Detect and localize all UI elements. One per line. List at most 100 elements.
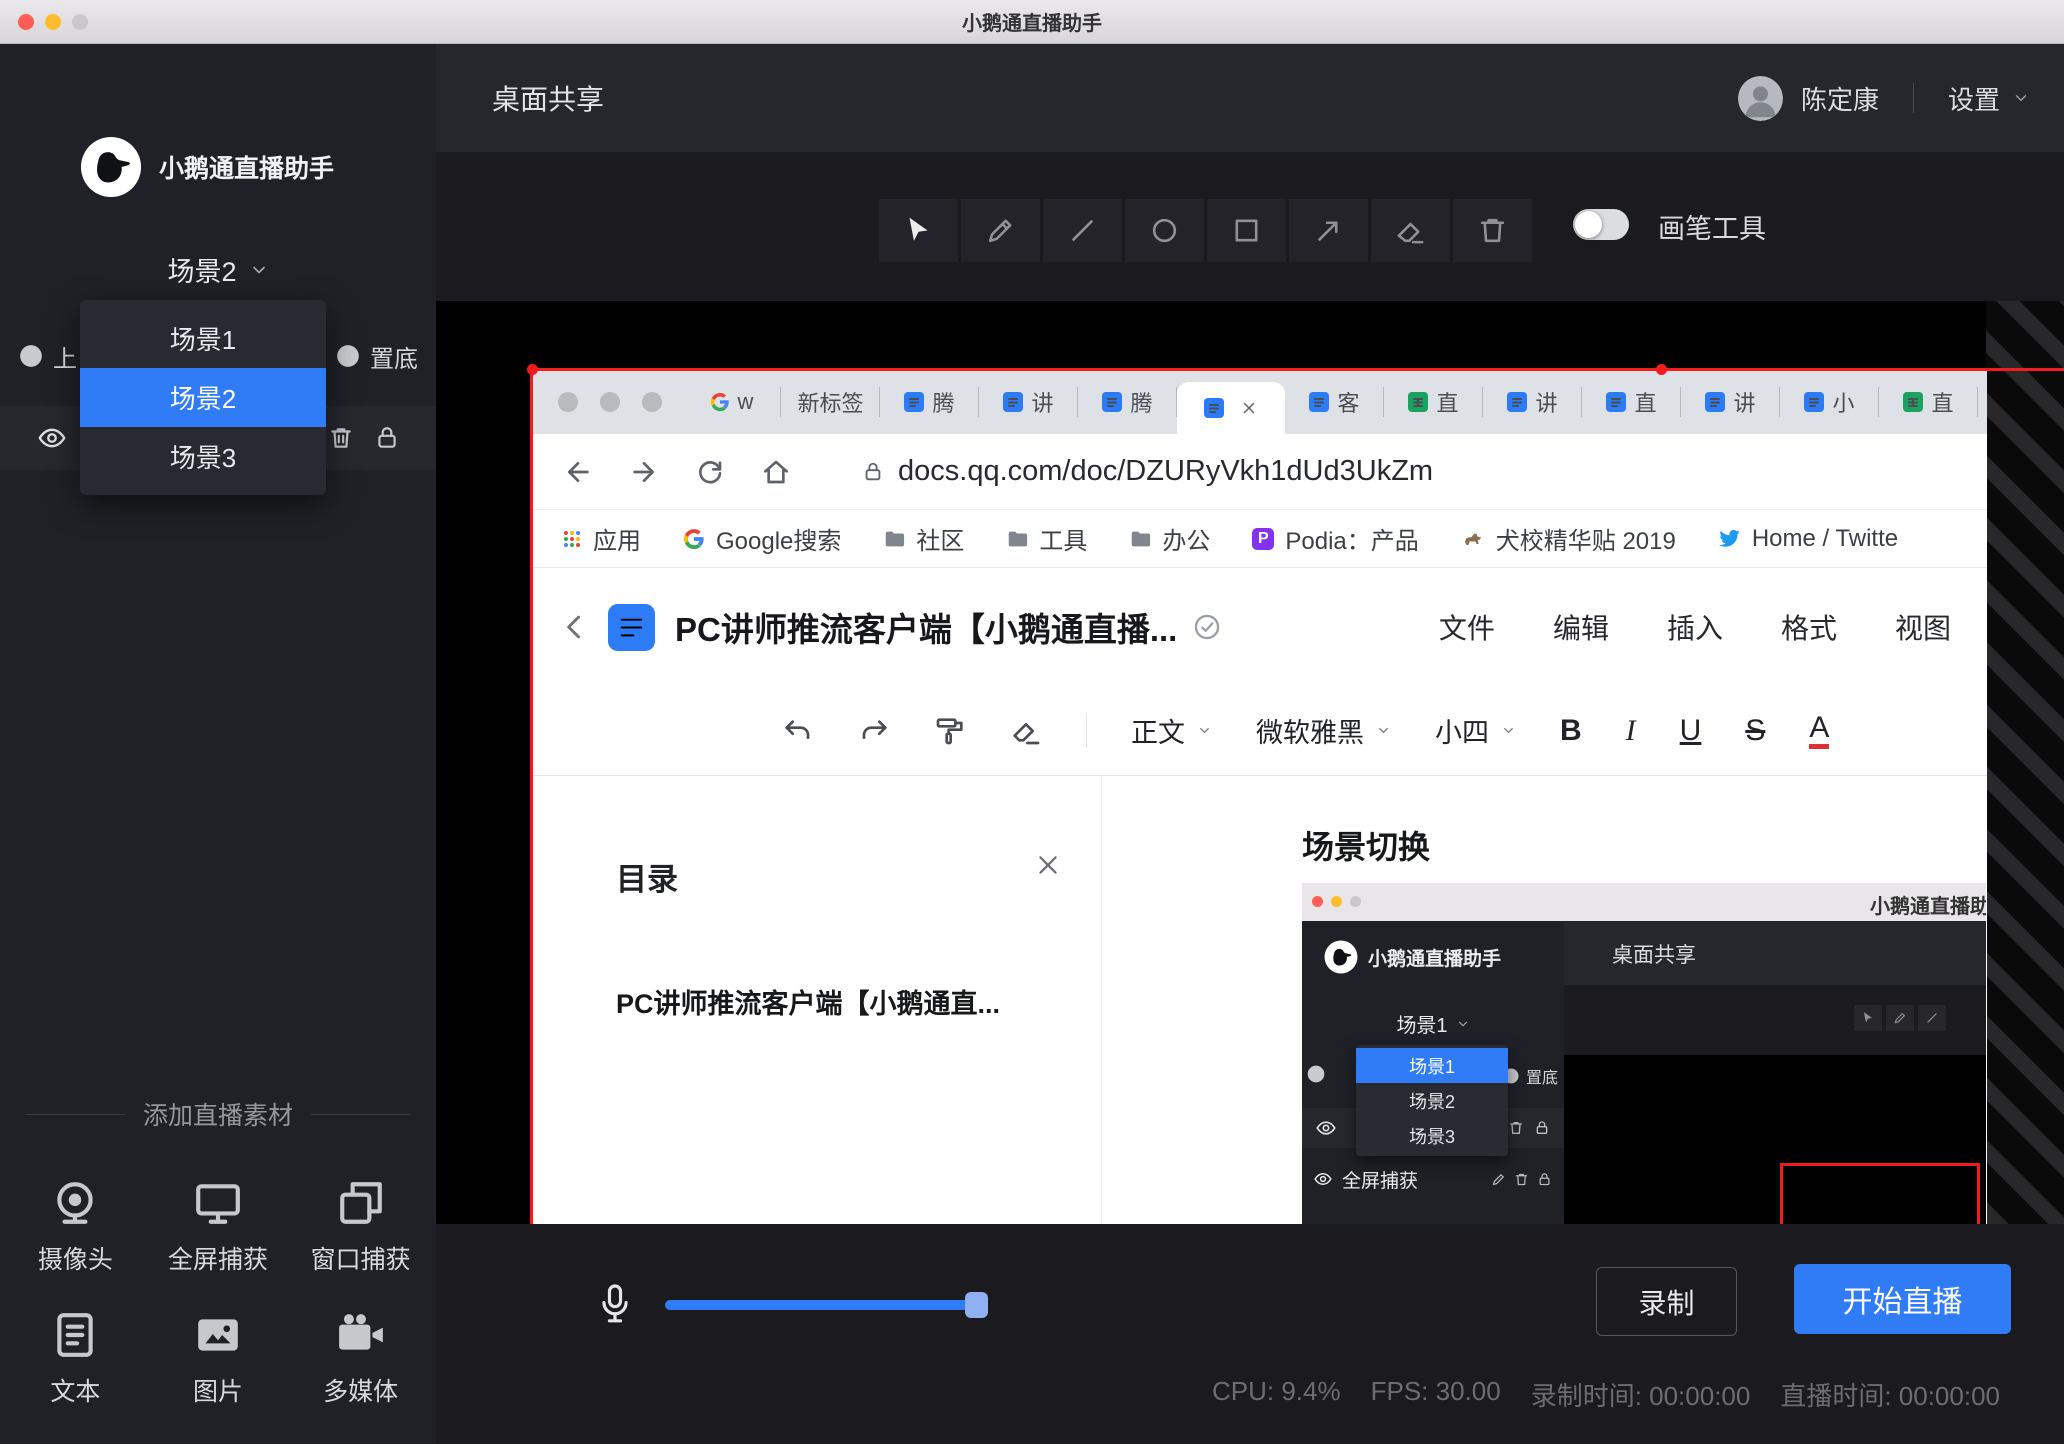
- move-bottom-label: 置底: [370, 339, 418, 374]
- chevron-down-icon: [2012, 89, 2030, 107]
- doc-back-icon: [558, 610, 592, 644]
- move-top-button[interactable]: 上: [18, 339, 77, 374]
- microphone-icon[interactable]: [596, 1282, 634, 1328]
- screen-capture-icon: [193, 1178, 243, 1228]
- mini-scene-dropdown: 场景1 场景2 场景3: [1356, 1045, 1508, 1156]
- caret-down-icon: [1376, 723, 1391, 738]
- mic-volume-slider[interactable]: [665, 1300, 987, 1310]
- folder-icon: [1006, 528, 1028, 550]
- trash-icon: [1477, 215, 1508, 246]
- tencent-docs-logo: [608, 604, 655, 651]
- material-image[interactable]: 图片: [147, 1310, 290, 1408]
- scene-selector[interactable]: 场景2: [0, 250, 436, 289]
- menu-insert: 插入: [1667, 607, 1723, 647]
- doc-content: 场景切换: [1102, 776, 1987, 1224]
- lock-icon[interactable]: [374, 425, 400, 451]
- delete-trash-icon[interactable]: [328, 425, 354, 451]
- selection-handle-topleft[interactable]: [527, 364, 538, 375]
- rect-tool-button[interactable]: [1207, 199, 1286, 262]
- pencil-tool-button[interactable]: [961, 199, 1040, 262]
- move-bottom-button[interactable]: 置底: [335, 339, 418, 374]
- material-screen-capture[interactable]: 全屏捕获: [147, 1178, 290, 1276]
- browser-tab: 讲: [1483, 370, 1582, 434]
- bookmark-folder: 办公: [1129, 521, 1210, 556]
- clear-tool-button[interactable]: [1453, 199, 1532, 262]
- material-media[interactable]: 多媒体: [289, 1310, 432, 1408]
- bookmark-apps: 应用: [562, 521, 641, 556]
- app-window: 小鹅通直播助手 小鹅通直播助手 场景2 上: [0, 0, 2064, 1444]
- pencil-icon: [985, 215, 1016, 246]
- paragraph-style-select: 正文: [1131, 711, 1212, 750]
- docs-favicon: [1102, 392, 1122, 412]
- paint-toolbar: 画笔工具: [436, 152, 2064, 301]
- cursor-icon: [903, 215, 934, 246]
- eraser-tool-button[interactable]: [1371, 199, 1450, 262]
- settings-menu[interactable]: 设置: [1948, 80, 2030, 117]
- docs-favicon: [1705, 392, 1725, 412]
- mini-goose-logo-icon: [1324, 940, 1358, 974]
- font-color-button: A: [1809, 712, 1829, 749]
- mini-sidebar: 小鹅通直播助手 场景1: [1302, 921, 1564, 1224]
- scene-option-2[interactable]: 场景2: [80, 368, 326, 427]
- browser-tab: 讲: [979, 370, 1078, 434]
- browser-tab: 讲: [1681, 370, 1780, 434]
- zoom-window-button[interactable]: [72, 14, 88, 30]
- settings-label: 设置: [1948, 80, 2000, 117]
- caret-down-icon: [1501, 723, 1516, 738]
- docs-favicon: [1003, 392, 1023, 412]
- font-family-select: 微软雅黑: [1256, 711, 1391, 750]
- forward-icon: [628, 456, 660, 488]
- line-tool-button[interactable]: [1043, 199, 1122, 262]
- browser-tab: 腾: [1078, 370, 1177, 434]
- google-favicon: [710, 392, 730, 412]
- delete-trash-icon: [1514, 1172, 1529, 1187]
- captured-desktop-source[interactable]: w 新标签 腾 讲 腾 客 直 讲 直 讲 小 直: [532, 370, 1987, 1224]
- docs-favicon: [1606, 392, 1626, 412]
- app-logo-row: 小鹅通直播助手: [80, 136, 334, 198]
- browser-tab-active: [1177, 382, 1285, 434]
- italic-button: I: [1626, 714, 1636, 748]
- material-text[interactable]: 文本: [4, 1310, 147, 1408]
- browser-tabbar: w 新标签 腾 讲 腾 客 直 讲 直 讲 小 直: [532, 370, 1987, 434]
- visibility-eye-icon[interactable]: [38, 424, 66, 452]
- macos-titlebar: 小鹅通直播助手: [0, 0, 2064, 44]
- saved-check-icon: [1193, 613, 1221, 641]
- window-title: 小鹅通直播助手: [962, 7, 1102, 36]
- scene-option-1[interactable]: 场景1: [80, 309, 326, 368]
- visibility-eye-icon: [1316, 1118, 1336, 1138]
- undo-icon: [782, 715, 814, 747]
- browser-zoom-button: [642, 392, 662, 412]
- mic-volume-handle[interactable]: [965, 1292, 988, 1318]
- mini-main: 桌面共享: [1564, 921, 1986, 1224]
- browser-tab: 腾: [880, 370, 979, 434]
- chevron-down-icon: [249, 260, 269, 280]
- selection-handle-top[interactable]: [1656, 364, 1667, 375]
- main-header: 桌面共享 陈定康 设置: [436, 44, 2064, 152]
- paint-tools-toggle[interactable]: [1573, 209, 1629, 240]
- scene-option-3[interactable]: 场景3: [80, 427, 326, 486]
- media-icon: [336, 1310, 386, 1360]
- move-top-label: 上: [53, 339, 77, 374]
- material-camera[interactable]: 摄像头: [4, 1178, 147, 1276]
- cursor-tool-button[interactable]: [879, 199, 958, 262]
- record-button[interactable]: 录制: [1596, 1267, 1737, 1336]
- bookmark-podia: PPodia：产品: [1252, 521, 1418, 556]
- lock-icon: [1534, 1120, 1550, 1136]
- mini-close-button: [1312, 896, 1323, 907]
- start-live-button[interactable]: 开始直播: [1794, 1264, 2011, 1334]
- user-avatar[interactable]: [1738, 76, 1783, 121]
- live-time-status: 直播时间: 00:00:00: [1780, 1376, 2000, 1413]
- close-window-button[interactable]: [18, 14, 34, 30]
- doc-menubar: 文件 编辑 插入 格式 视图: [1439, 607, 1951, 647]
- material-window-capture[interactable]: 窗口捕获: [289, 1178, 432, 1276]
- arrow-tool-button[interactable]: [1289, 199, 1368, 262]
- strikethrough-button: S: [1745, 714, 1765, 748]
- main-area: 桌面共享 陈定康 设置: [436, 44, 2064, 1444]
- minimize-window-button[interactable]: [45, 14, 61, 30]
- scene-dropdown: 场景1 场景2 场景3: [80, 300, 326, 495]
- eraser-icon: [1395, 215, 1426, 246]
- ellipse-tool-button[interactable]: [1125, 199, 1204, 262]
- toolbar-divider: [1086, 714, 1087, 748]
- mini-scene-option: 场景2: [1356, 1083, 1508, 1118]
- menu-file: 文件: [1439, 607, 1495, 647]
